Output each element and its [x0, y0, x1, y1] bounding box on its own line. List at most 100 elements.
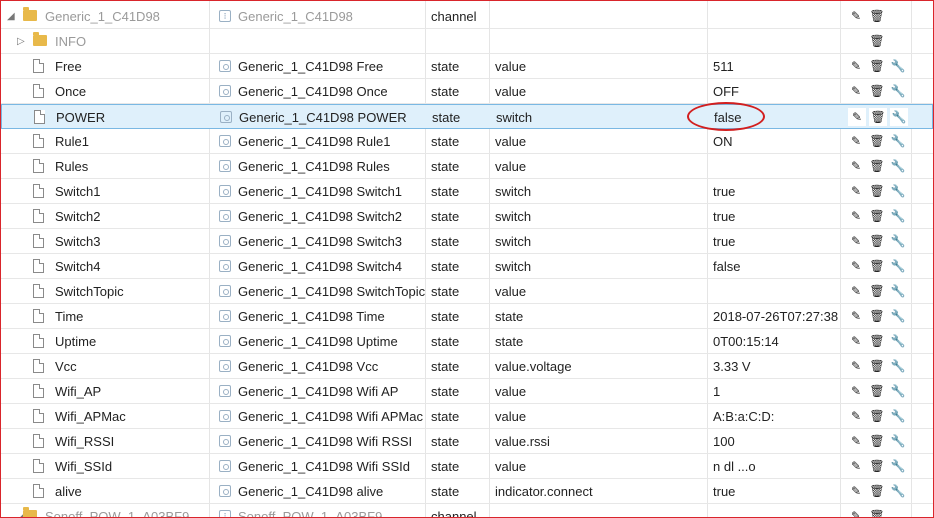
delete-icon[interactable]: 🗑 — [869, 108, 887, 126]
row-value[interactable]: false — [713, 254, 740, 278]
tree-row[interactable]: ◢ Sonoff_POW_1_A03BF9 ⁝ Sonoff_POW_1_A03BF9… — [1, 504, 933, 517]
delete-icon[interactable]: 🗑 — [868, 382, 886, 400]
delete-icon[interactable]: 🗑 — [868, 282, 886, 300]
tree-row[interactable]: Switch2 Generic_1_C41D98 Switch2 state swit… — [1, 204, 933, 229]
delete-icon[interactable]: 🗑 — [868, 57, 886, 75]
edit-icon[interactable]: ✎ — [847, 357, 865, 375]
edit-icon[interactable]: ✎ — [847, 132, 865, 150]
wrench-icon[interactable]: 🔧 — [889, 332, 907, 350]
row-value[interactable]: true — [713, 229, 735, 253]
tree-row[interactable]: Once Generic_1_C41D98 Once state value OFF ✎ 🗑… — [1, 79, 933, 104]
tree-row[interactable]: Wifi_RSSI Generic_1_C41D98 Wifi RSSI state… — [1, 429, 933, 454]
wrench-icon[interactable]: 🔧 — [889, 307, 907, 325]
tree-row[interactable]: Switch4 Generic_1_C41D98 Switch4 state swit… — [1, 254, 933, 279]
edit-icon[interactable]: ✎ — [847, 282, 865, 300]
wrench-icon[interactable]: 🔧 — [889, 407, 907, 425]
tree-row[interactable]: Switch3 Generic_1_C41D98 Switch3 state swit… — [1, 229, 933, 254]
tree-row[interactable]: Free Generic_1_C41D98 Free state value 511 ✎ 🗑… — [1, 54, 933, 79]
row-value[interactable]: ON — [713, 129, 733, 153]
edit-icon[interactable]: ✎ — [847, 82, 865, 100]
edit-icon[interactable]: ✎ — [847, 157, 865, 175]
wrench-icon[interactable]: 🔧 — [889, 82, 907, 100]
row-value[interactable]: n dl ...o — [713, 454, 756, 478]
delete-icon[interactable]: 🗑 — [868, 132, 886, 150]
tree-row[interactable]: Rules Generic_1_C41D98 Rules state value ✎ 🗑 🔧 — [1, 154, 933, 179]
row-value[interactable]: 511 — [713, 54, 734, 78]
tree-row[interactable]: ▷ INFO 🗑 — [1, 29, 933, 54]
edit-icon[interactable]: ✎ — [847, 7, 865, 25]
tree-row[interactable]: Wifi_SSId Generic_1_C41D98 Wifi SSId state… — [1, 454, 933, 479]
tree-row[interactable]: Rule1 Generic_1_C41D98 Rule1 state value ON ✎… — [1, 129, 933, 154]
wrench-icon[interactable]: 🔧 — [889, 382, 907, 400]
edit-icon[interactable]: ✎ — [847, 407, 865, 425]
row-value[interactable]: 2018-07-26T07:27:38 — [713, 304, 838, 328]
tree-row[interactable]: ◢ Generic_1_C41D98 ⁝ Generic_1_C41D98 channe… — [1, 4, 933, 29]
wrench-icon[interactable]: 🔧 — [889, 232, 907, 250]
row-value[interactable]: 1 — [713, 379, 720, 403]
row-value[interactable]: 0T00:15:14 — [713, 329, 779, 353]
wrench-icon[interactable]: 🔧 — [889, 282, 907, 300]
delete-icon[interactable]: 🗑 — [868, 332, 886, 350]
delete-icon[interactable]: 🗑 — [868, 432, 886, 450]
wrench-icon[interactable]: 🔧 — [889, 157, 907, 175]
edit-icon[interactable]: ✎ — [848, 108, 866, 126]
row-value[interactable]: A:B:a:C:D: — [713, 404, 774, 428]
edit-icon[interactable]: ✎ — [847, 332, 865, 350]
delete-icon[interactable]: 🗑 — [868, 182, 886, 200]
delete-icon[interactable]: 🗑 — [868, 357, 886, 375]
row-value[interactable]: 100 — [713, 429, 735, 453]
row-value[interactable]: true — [713, 204, 735, 228]
wrench-icon[interactable]: 🔧 — [889, 182, 907, 200]
delete-icon[interactable]: 🗑 — [868, 32, 886, 50]
tree-row[interactable]: Vcc Generic_1_C41D98 Vcc state value.voltag… — [1, 354, 933, 379]
tree-row[interactable]: alive Generic_1_C41D98 alive state indicato… — [1, 479, 933, 504]
delete-icon[interactable]: 🗑 — [868, 307, 886, 325]
tree-row[interactable]: Wifi_APMac Generic_1_C41D98 Wifi APMac sta… — [1, 404, 933, 429]
wrench-icon[interactable]: 🔧 — [889, 432, 907, 450]
wrench-icon[interactable]: 🔧 — [890, 108, 908, 126]
edit-icon[interactable]: ✎ — [847, 507, 865, 517]
tree-row[interactable]: SwitchTopic Generic_1_C41D98 SwitchTopic s… — [1, 279, 933, 304]
tree-row[interactable]: Switch1 Generic_1_C41D98 Switch1 state swit… — [1, 179, 933, 204]
tree-row[interactable]: Time Generic_1_C41D98 Time state state 2018-… — [1, 304, 933, 329]
row-value[interactable]: true — [713, 479, 735, 503]
edit-icon[interactable]: ✎ — [847, 182, 865, 200]
wrench-icon[interactable]: 🔧 — [889, 482, 907, 500]
row-value[interactable]: true — [713, 179, 735, 203]
delete-icon[interactable]: 🗑 — [868, 7, 886, 25]
wrench-icon[interactable]: 🔧 — [889, 457, 907, 475]
edit-icon[interactable]: ✎ — [847, 232, 865, 250]
row-type: state — [431, 459, 460, 474]
edit-icon[interactable]: ✎ — [847, 457, 865, 475]
delete-icon[interactable]: 🗑 — [868, 457, 886, 475]
collapse-arrow-icon[interactable]: ◢ — [7, 4, 15, 29]
edit-icon[interactable]: ✎ — [847, 207, 865, 225]
row-type: state — [431, 284, 460, 299]
edit-icon[interactable]: ✎ — [847, 307, 865, 325]
delete-icon[interactable]: 🗑 — [868, 257, 886, 275]
delete-icon[interactable]: 🗑 — [868, 407, 886, 425]
delete-icon[interactable]: 🗑 — [868, 507, 886, 517]
row-value[interactable]: OFF — [713, 79, 739, 103]
wrench-icon[interactable]: 🔧 — [889, 357, 907, 375]
tree-row[interactable]: Wifi_AP Generic_1_C41D98 Wifi AP state valu… — [1, 379, 933, 404]
wrench-icon[interactable]: 🔧 — [889, 132, 907, 150]
delete-icon[interactable]: 🗑 — [868, 482, 886, 500]
edit-icon[interactable]: ✎ — [847, 382, 865, 400]
edit-icon[interactable]: ✎ — [847, 432, 865, 450]
row-value[interactable]: 3.33 V — [713, 354, 751, 378]
delete-icon[interactable]: 🗑 — [868, 82, 886, 100]
edit-icon[interactable]: ✎ — [847, 57, 865, 75]
edit-icon[interactable]: ✎ — [847, 257, 865, 275]
wrench-icon[interactable]: 🔧 — [889, 57, 907, 75]
row-name: Generic_1_C41D98 Time — [238, 309, 385, 324]
delete-icon[interactable]: 🗑 — [868, 207, 886, 225]
expand-arrow-icon[interactable]: ▷ — [17, 29, 25, 54]
tree-row[interactable]: POWER Generic_1_C41D98 POWER state switch fa… — [1, 104, 933, 129]
tree-row[interactable]: Uptime Generic_1_C41D98 Uptime state state 0… — [1, 329, 933, 354]
delete-icon[interactable]: 🗑 — [868, 232, 886, 250]
delete-icon[interactable]: 🗑 — [868, 157, 886, 175]
wrench-icon[interactable]: 🔧 — [889, 257, 907, 275]
wrench-icon[interactable]: 🔧 — [889, 207, 907, 225]
edit-icon[interactable]: ✎ — [847, 482, 865, 500]
